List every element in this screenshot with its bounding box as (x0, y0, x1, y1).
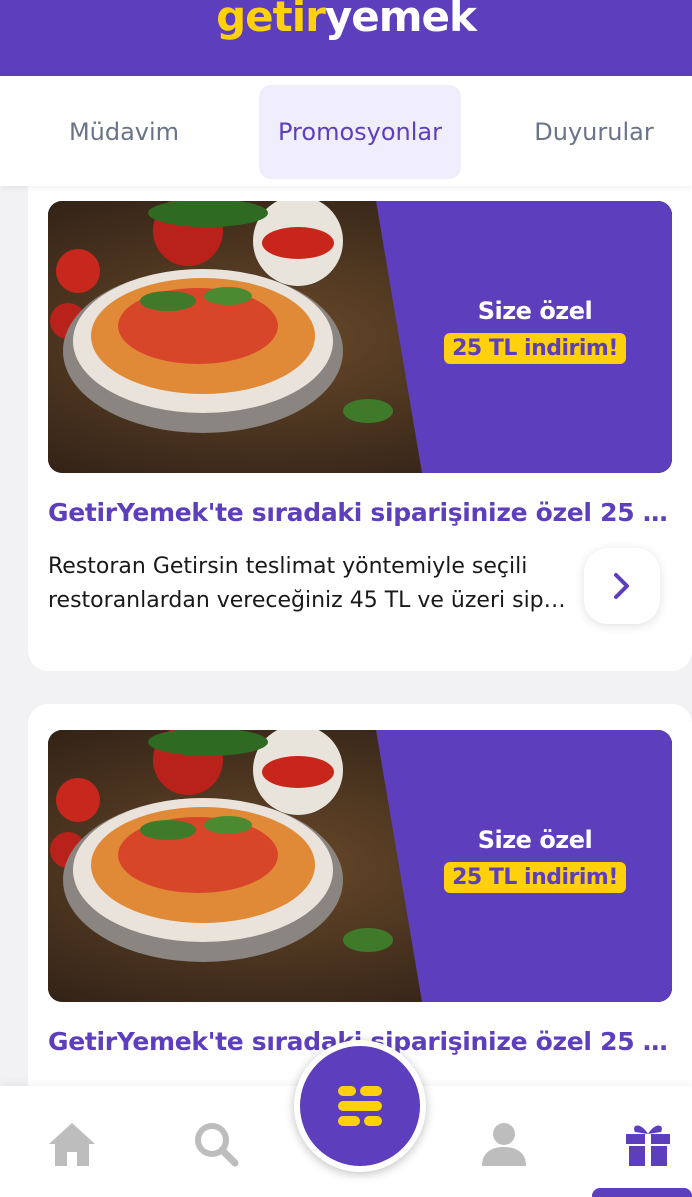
tab-bar: Müdavim Promosyonlar Duyurular (0, 76, 692, 186)
chevron-right-icon (614, 573, 629, 599)
promo-text: Size özel 25 TL indirim! (440, 297, 630, 364)
profile-icon (482, 1123, 526, 1166)
promo-headline: Size özel (477, 297, 593, 325)
nav-profile[interactable] (474, 1114, 534, 1174)
description-line: restoranlardan vereceğiniz 45 TL ve üzer… (48, 588, 568, 613)
tab-mudavim[interactable]: Müdavim (28, 85, 220, 179)
description-line: Restoran Getirsin teslimat yöntemiyle se… (48, 554, 528, 579)
getiryemek-logo: getiryemek (216, 0, 477, 41)
tab-label: Promosyonlar (278, 118, 442, 146)
promotion-card[interactable]: Size özel 25 TL indirim! GetirYemek'te s… (28, 704, 692, 1086)
home-icon (49, 1123, 95, 1166)
app-header: getiryemek (0, 0, 692, 76)
getir-menu-icon (338, 1086, 382, 1126)
search-icon (195, 1123, 239, 1167)
promotions-list[interactable]: Size özel 25 TL indirim! GetirYemek'te s… (0, 186, 692, 1086)
tab-duyurular[interactable]: Duyurular (506, 85, 682, 179)
nav-promotions[interactable] (618, 1114, 678, 1174)
nav-search[interactable] (186, 1114, 246, 1174)
nav-home[interactable] (42, 1114, 102, 1174)
logo-text-yemek: yemek (324, 0, 477, 41)
promotion-description: Restoran Getirsin teslimat yöntemiyle se… (48, 550, 568, 618)
bottom-sheet-handle (592, 1188, 692, 1197)
promo-headline: Size özel (477, 826, 593, 854)
promo-discount-badge: 25 TL indirim! (444, 862, 626, 893)
tab-label: Duyurular (534, 118, 654, 146)
promotion-banner: Size özel 25 TL indirim! (48, 730, 672, 1002)
logo-text-getir: getir (216, 0, 326, 41)
promo-discount-badge: 25 TL indirim! (444, 333, 626, 364)
gift-icon (626, 1125, 670, 1166)
promo-text: Size özel 25 TL indirim! (440, 826, 630, 893)
promotion-card[interactable]: Size özel 25 TL indirim! GetirYemek'te s… (28, 186, 692, 671)
tab-promosyonlar[interactable]: Promosyonlar (259, 85, 461, 179)
promotion-detail-button[interactable] (584, 548, 660, 624)
tab-label: Müdavim (68, 118, 180, 146)
getir-menu-button[interactable] (294, 1040, 426, 1172)
promotion-title: GetirYemek'te sıradaki siparişinize özel… (48, 498, 668, 527)
promotion-banner: Size özel 25 TL indirim! (48, 201, 672, 473)
